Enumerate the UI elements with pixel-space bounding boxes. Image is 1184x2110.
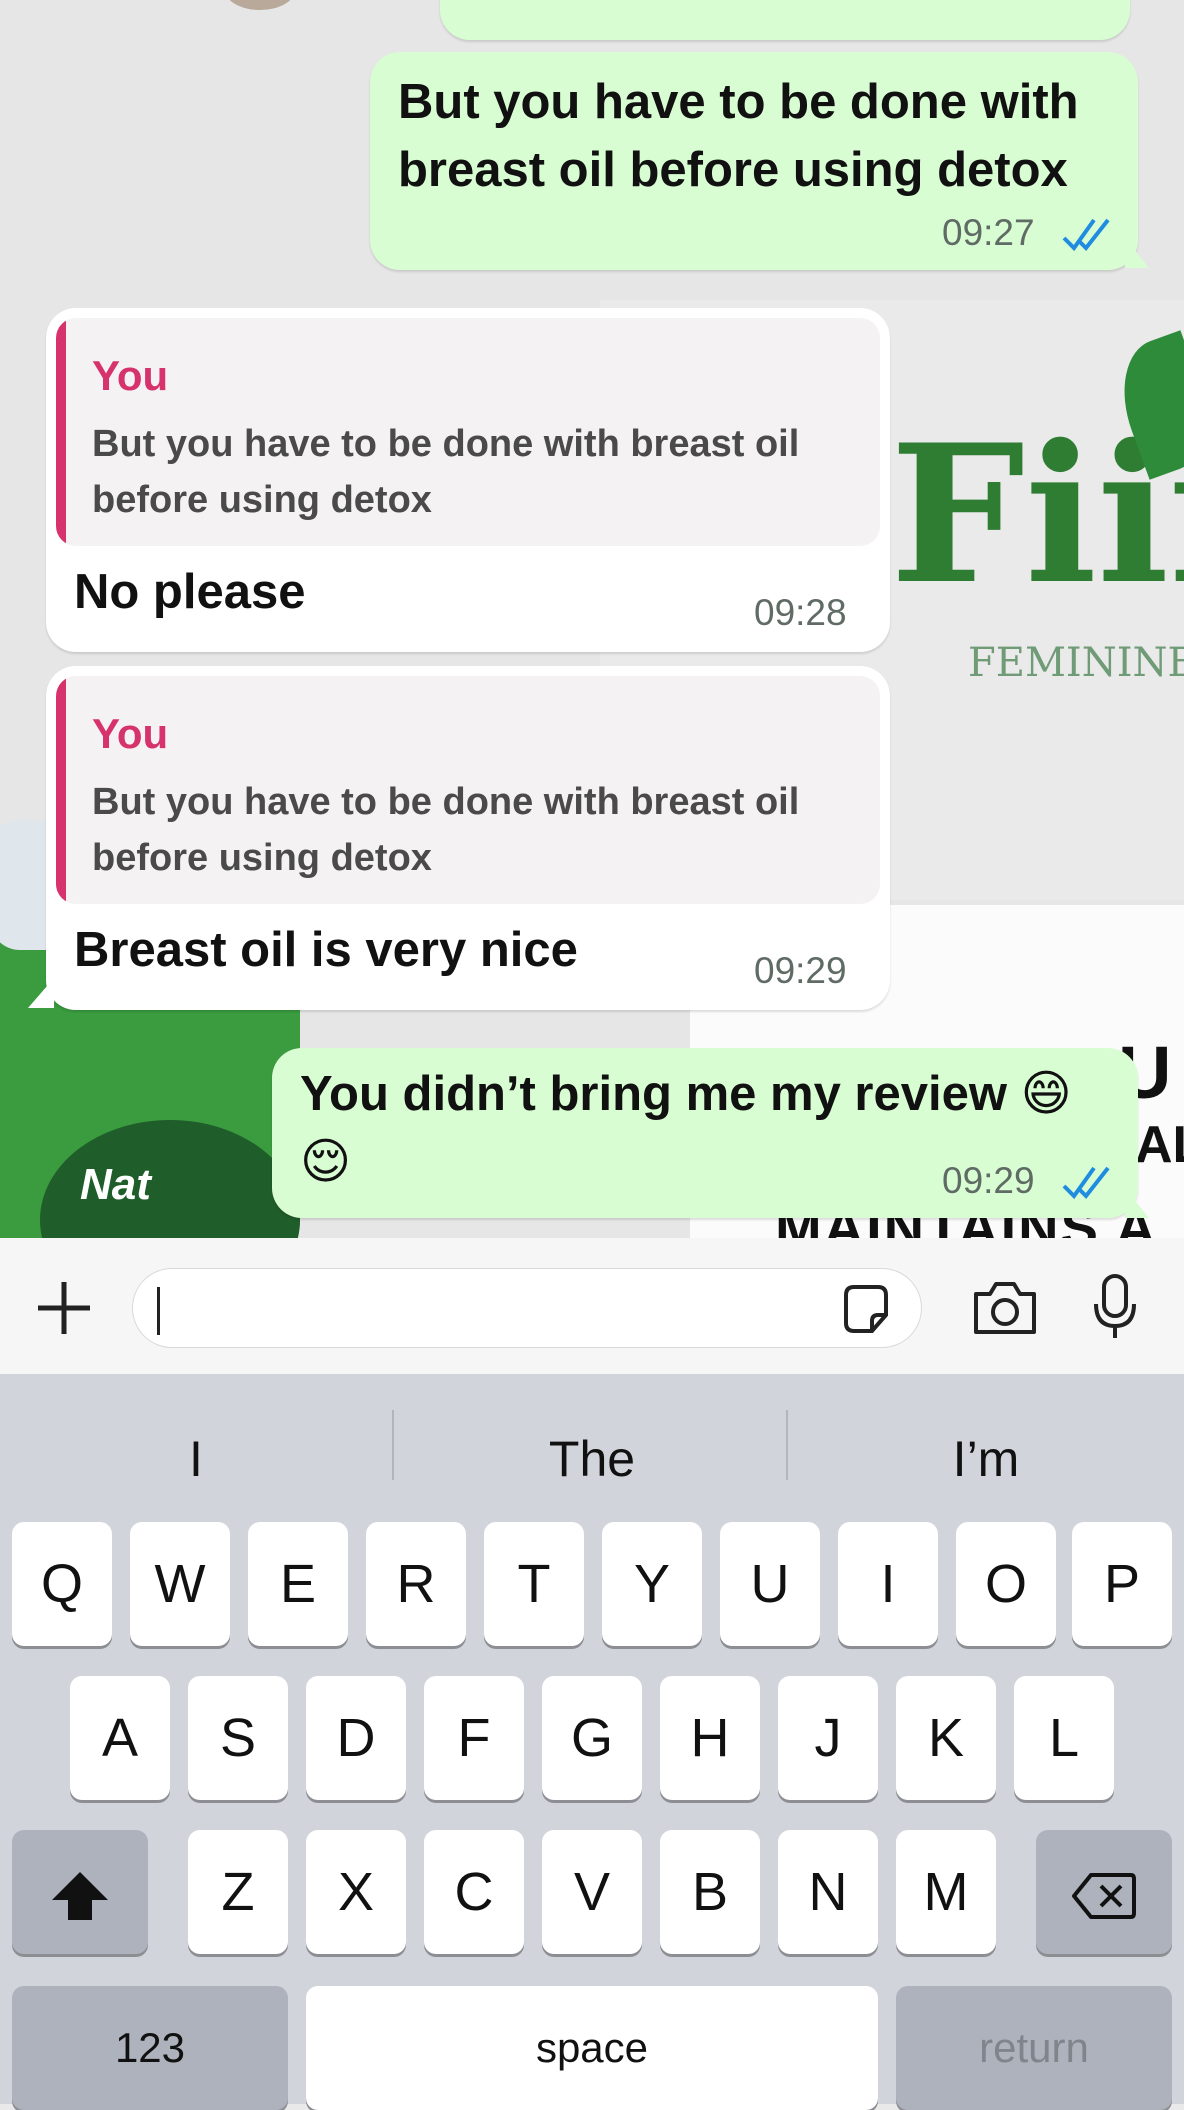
message-text-line: You didn’t bring me my review 😄 — [300, 1067, 1072, 1121]
shift-key[interactable] — [12, 1830, 148, 1954]
message-text: No please — [74, 565, 306, 619]
quote-author: You — [92, 352, 169, 399]
quoted-reply[interactable]: You But you have to be done with breast … — [56, 318, 880, 546]
key-b[interactable]: B — [660, 1830, 760, 1954]
backspace-icon — [1072, 1872, 1136, 1919]
suggestion-1[interactable]: I — [6, 1414, 386, 1504]
key-x[interactable]: X — [306, 1830, 406, 1954]
key-n[interactable]: N — [778, 1830, 878, 1954]
bubble-tail — [1125, 238, 1149, 268]
backspace-key[interactable] — [1036, 1830, 1172, 1954]
key-v[interactable]: V — [542, 1830, 642, 1954]
quote-text-line: before using detox — [92, 479, 432, 521]
key-l[interactable]: L — [1014, 1676, 1114, 1800]
text-cursor — [157, 1287, 160, 1335]
quoted-reply[interactable]: You But you have to be done with breast … — [56, 676, 880, 904]
plus-icon[interactable] — [34, 1278, 94, 1338]
key-d[interactable]: D — [306, 1676, 406, 1800]
shift-icon — [52, 1871, 108, 1920]
key-j[interactable]: J — [778, 1676, 878, 1800]
message-bubble-incoming[interactable]: You But you have to be done with breast … — [46, 666, 890, 1010]
key-p[interactable]: P — [1072, 1522, 1172, 1646]
quote-accent-bar — [56, 318, 66, 546]
key-o[interactable]: O — [956, 1522, 1056, 1646]
numbers-key[interactable]: 123 — [12, 1986, 288, 2110]
key-e[interactable]: E — [248, 1522, 348, 1646]
quote-text-line: before using detox — [92, 837, 432, 879]
quote-text: But you have to be done with breast oil … — [92, 416, 880, 528]
key-k[interactable]: K — [896, 1676, 996, 1800]
read-ticks-icon — [1062, 1166, 1110, 1200]
wallpaper-partial-text-2: AL — [1135, 1116, 1184, 1174]
message-bubble-outgoing[interactable]: You didn’t bring me my review 😄 😌 09:29 — [272, 1048, 1138, 1218]
message-text-line: breast oil before using detox — [398, 143, 1068, 197]
message-text-line: But you have to be done with — [398, 75, 1079, 129]
quote-text: But you have to be done with breast oil … — [92, 774, 880, 886]
quote-author: You — [92, 710, 169, 757]
read-ticks-icon — [1062, 218, 1110, 252]
quote-accent-bar — [56, 676, 66, 904]
key-y[interactable]: Y — [602, 1522, 702, 1646]
key-r[interactable]: R — [366, 1522, 466, 1646]
bubble-tail — [28, 978, 54, 1008]
wallpaper-tagline: FEMININE — [968, 640, 1184, 686]
message-bubble-incoming[interactable]: You But you have to be done with breast … — [46, 308, 890, 652]
key-w[interactable]: W — [130, 1522, 230, 1646]
quote-text-line: But you have to be done with breast oil — [92, 781, 800, 823]
key-a[interactable]: A — [70, 1676, 170, 1800]
key-z[interactable]: Z — [188, 1830, 288, 1954]
microphone-icon[interactable] — [1090, 1272, 1140, 1342]
message-bubble-outgoing[interactable]: But you have to be done with breast oil … — [370, 52, 1138, 270]
key-q[interactable]: Q — [12, 1522, 112, 1646]
key-m[interactable]: M — [896, 1830, 996, 1954]
space-key[interactable]: space — [306, 1986, 878, 2110]
key-s[interactable]: S — [188, 1676, 288, 1800]
key-f[interactable]: F — [424, 1676, 524, 1800]
quote-text-line: But you have to be done with breast oil — [92, 423, 800, 465]
camera-icon[interactable] — [970, 1278, 1040, 1338]
key-g[interactable]: G — [542, 1676, 642, 1800]
message-text: Breast oil is very nice — [74, 923, 578, 977]
key-i[interactable]: I — [838, 1522, 938, 1646]
previous-message-fragment — [440, 0, 1130, 40]
sticker-icon[interactable] — [838, 1281, 894, 1337]
onscreen-keyboard: I The I’m Q W E R T Y U I O P A S D F G … — [0, 1374, 1184, 2110]
wallpaper-badge-text: Nat — [80, 1160, 151, 1209]
return-key[interactable]: return — [896, 1986, 1172, 2110]
chat-area: Fiir FEMININE U AL MAINTAINS A Nat But y… — [0, 0, 1184, 1238]
avatar-fragment — [225, 0, 295, 10]
suggestion-2[interactable]: The — [402, 1414, 782, 1504]
suggestion-divider — [786, 1410, 788, 1480]
message-timestamp: 09:29 — [942, 1160, 1035, 1201]
message-text-line: 😌 — [300, 1135, 352, 1189]
suggestion-divider — [392, 1410, 394, 1480]
suggestion-3[interactable]: I’m — [796, 1414, 1176, 1504]
key-u[interactable]: U — [720, 1522, 820, 1646]
key-t[interactable]: T — [484, 1522, 584, 1646]
key-h[interactable]: H — [660, 1676, 760, 1800]
message-timestamp: 09:27 — [942, 212, 1035, 253]
message-input[interactable] — [132, 1268, 922, 1348]
key-c[interactable]: C — [424, 1830, 524, 1954]
bubble-tail — [1125, 1188, 1149, 1218]
message-timestamp: 09:28 — [754, 592, 847, 633]
message-timestamp: 09:29 — [754, 950, 847, 991]
message-composer — [0, 1238, 1184, 1374]
